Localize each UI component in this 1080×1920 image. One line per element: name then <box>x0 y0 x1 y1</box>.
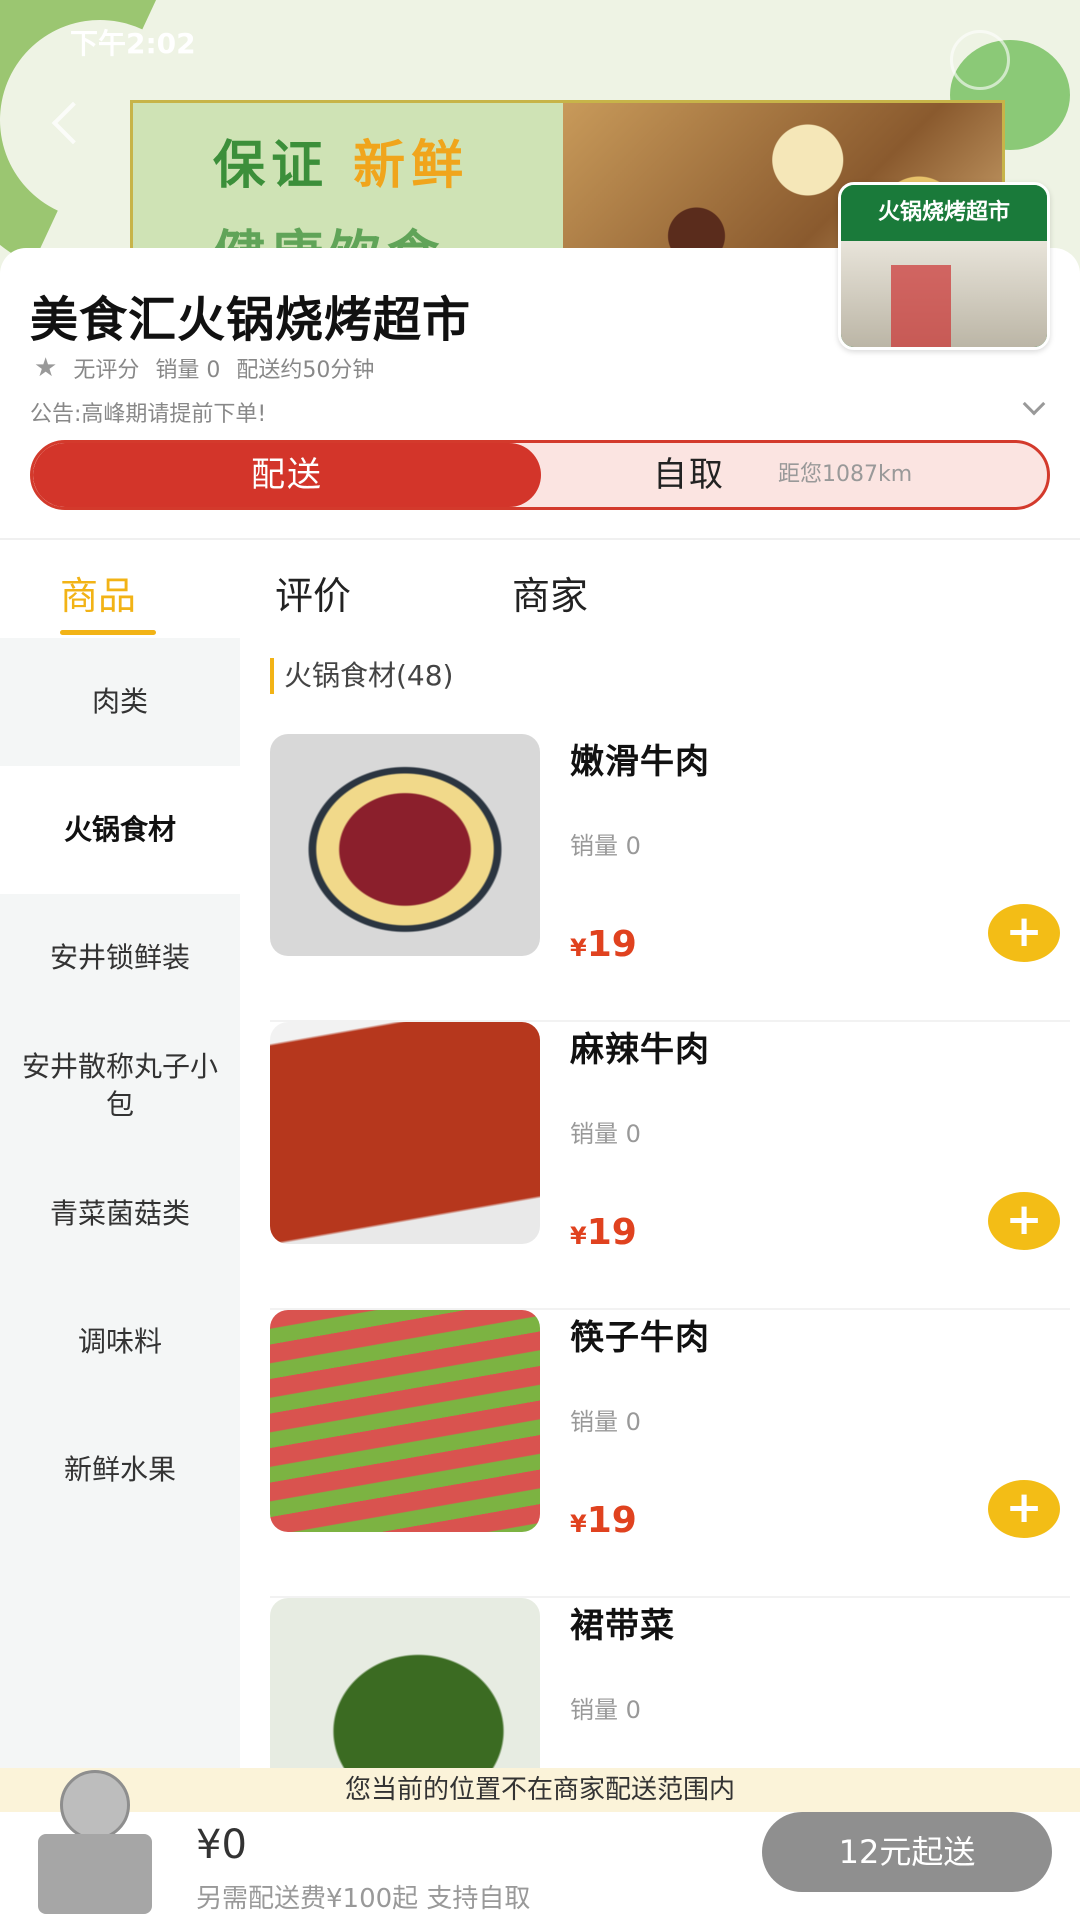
store-info-card: 美食汇火锅烧烤超市 火锅烧烤超市 ★ 无评分 销量 0 配送约50分钟 公告:高… <box>0 182 1080 538</box>
currency-symbol: ¥ <box>570 1510 587 1538</box>
decorative-bubble-ring <box>950 30 1010 90</box>
tab-reviews[interactable]: 评价 <box>275 565 351 620</box>
product-name: 筷子牛肉 <box>570 1318 710 1358</box>
min-order-button[interactable]: 12元起送 <box>762 1812 1052 1892</box>
tab-merchant[interactable]: 商家 <box>512 565 588 620</box>
store-delivery-time: 配送约50分钟 <box>236 358 375 383</box>
add-to-cart-button[interactable]: + <box>988 1480 1060 1538</box>
cart-total: ¥0 <box>196 1822 247 1868</box>
add-to-cart-button[interactable]: + <box>988 904 1060 962</box>
store-rating: 无评分 <box>73 358 140 383</box>
product-name: 嫩滑牛肉 <box>570 742 710 782</box>
product-image[interactable] <box>270 1022 540 1244</box>
currency-symbol: ¥ <box>570 934 587 962</box>
storefront-door <box>891 265 951 347</box>
poster-slogan-green: 保证 <box>213 135 330 196</box>
product-price: ¥19 <box>570 1500 637 1541</box>
pickup-distance: 距您1087km <box>778 462 913 487</box>
product-image[interactable] <box>270 1598 540 1768</box>
store-sales: 销量 0 <box>155 358 221 383</box>
tab-products[interactable]: 商品 <box>60 565 136 620</box>
price-value: 19 <box>586 1212 637 1253</box>
store-notice: 公告:高峰期请提前下单! <box>30 402 267 427</box>
currency-symbol: ¥ <box>570 1222 587 1250</box>
category-item[interactable]: 安井锁鲜装 <box>0 894 240 1022</box>
product-image[interactable] <box>270 734 540 956</box>
product-name: 麻辣牛肉 <box>570 1030 710 1070</box>
product-sales: 销量 0 <box>570 1696 641 1724</box>
section-title: 火锅食材(48) <box>270 658 453 694</box>
storefront-sign: 火锅烧烤超市 <box>841 185 1047 241</box>
product-price: ¥19 <box>570 924 637 965</box>
product-image[interactable] <box>270 1310 540 1532</box>
category-sidebar: 肉类 火锅食材 安井锁鲜装 安井散称丸子小包 青菜菌菇类 调味料 新鲜水果 <box>0 638 240 1768</box>
product-card[interactable]: 嫩滑牛肉 销量 0 ¥19 + <box>270 734 1070 1022</box>
status-bar-time: 下午2:02 <box>70 27 196 60</box>
mode-delivery-button[interactable]: 配送 <box>33 443 541 507</box>
price-value: 19 <box>586 924 637 965</box>
store-meta: ★ 无评分 销量 0 配送约50分钟 <box>34 352 374 384</box>
cart-mascot-icon[interactable] <box>30 1770 160 1920</box>
product-card[interactable]: 裙带菜 销量 0 <box>270 1598 1070 1768</box>
mode-pickup-button[interactable]: 自取 <box>653 443 725 507</box>
category-item[interactable]: 青菜菌菇类 <box>0 1150 240 1278</box>
product-sales: 销量 0 <box>570 832 641 860</box>
category-item[interactable]: 调味料 <box>0 1278 240 1406</box>
delivery-fee-note: 另需配送费¥100起 支持自取 <box>196 1884 531 1914</box>
product-name: 裙带菜 <box>570 1606 675 1646</box>
category-item[interactable]: 安井散称丸子小包 <box>0 1022 240 1150</box>
store-name: 美食汇火锅烧烤超市 <box>30 292 472 348</box>
add-to-cart-button[interactable]: + <box>988 1192 1060 1250</box>
store-tabs: 商品 评价 商家 <box>0 545 1080 637</box>
cart-bar: ¥0 另需配送费¥100起 支持自取 12元起送 <box>0 1770 1080 1920</box>
product-list: 火锅食材(48) 嫩滑牛肉 销量 0 ¥19 + 麻辣牛肉 销量 0 ¥19 +… <box>240 638 1080 1768</box>
product-sales: 销量 0 <box>570 1408 641 1436</box>
poster-slogan-line1: 保证 新鲜 <box>213 123 469 198</box>
mascot-head <box>60 1770 130 1840</box>
mascot-box <box>38 1834 152 1914</box>
chevron-down-icon[interactable] <box>1022 392 1046 416</box>
storefront-thumbnail[interactable]: 火锅烧烤超市 <box>838 182 1050 350</box>
poster-slogan-yellow: 新鲜 <box>353 135 470 196</box>
product-card[interactable]: 麻辣牛肉 销量 0 ¥19 + <box>270 1022 1070 1310</box>
product-sales: 销量 0 <box>570 1120 641 1148</box>
category-item[interactable]: 肉类 <box>0 638 240 766</box>
price-value: 19 <box>586 1500 637 1541</box>
star-icon: ★ <box>34 353 58 383</box>
product-price: ¥19 <box>570 1212 637 1253</box>
category-item-active[interactable]: 火锅食材 <box>0 766 240 894</box>
delivery-range-notice: 您当前的位置不在商家配送范围内 <box>0 1768 1080 1812</box>
section-divider <box>0 538 1080 540</box>
active-tab-underline <box>60 630 156 635</box>
category-item[interactable]: 新鲜水果 <box>0 1406 240 1534</box>
delivery-mode-toggle: 配送 自取 距您1087km <box>30 440 1050 510</box>
product-card[interactable]: 筷子牛肉 销量 0 ¥19 + <box>270 1310 1070 1598</box>
